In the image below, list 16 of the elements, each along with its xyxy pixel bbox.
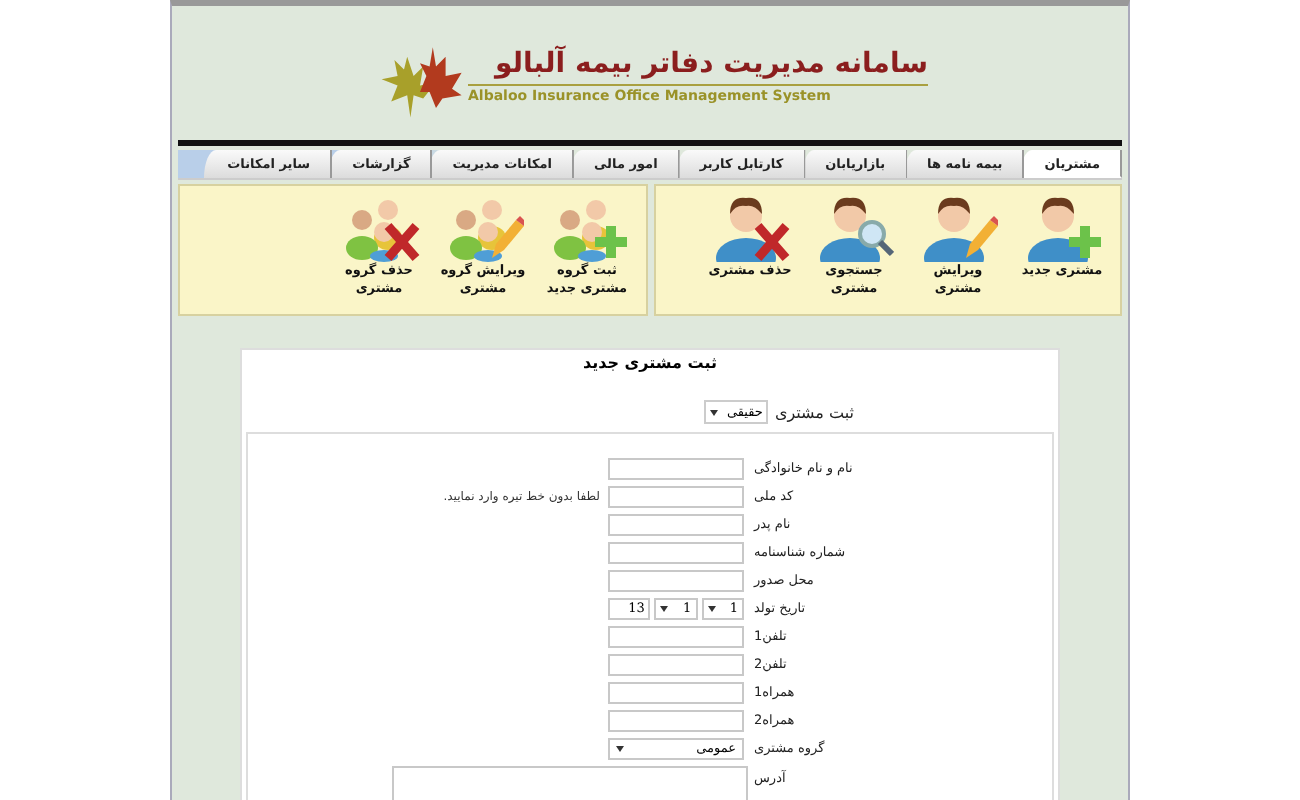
form-title: ثبت مشتری جدید — [581, 354, 719, 372]
input-field[interactable] — [608, 625, 744, 647]
input-field[interactable] — [608, 513, 744, 535]
dropdown-arrow-icon — [616, 745, 624, 751]
input-field[interactable] — [608, 485, 744, 507]
dropdown-arrow-icon — [660, 605, 669, 611]
input-field[interactable] — [608, 569, 744, 591]
input-field[interactable] — [608, 541, 744, 563]
field-label: ثبت مشتری — [774, 403, 854, 421]
dropdown-arrow-icon — [710, 409, 719, 415]
dropdown-arrow-icon — [707, 605, 716, 611]
input-field[interactable] — [608, 457, 744, 479]
input-field[interactable] — [608, 681, 744, 703]
input-field[interactable] — [608, 653, 744, 675]
app-title: سامانه مدیریت دفاتر بیمه آلبالو — [468, 48, 928, 86]
input-field[interactable] — [608, 709, 744, 731]
